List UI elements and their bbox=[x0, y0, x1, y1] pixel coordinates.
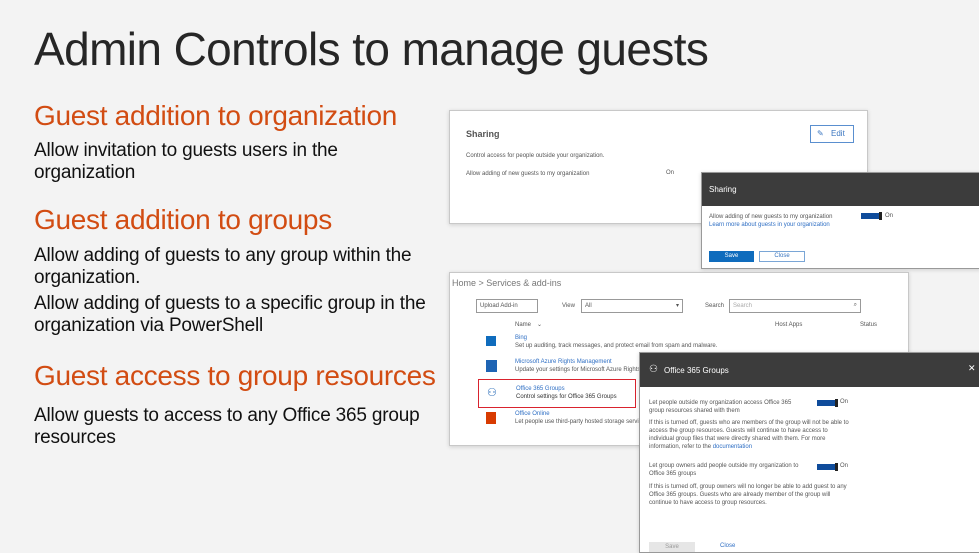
row-name: Office Online bbox=[515, 411, 550, 417]
chevron-down-icon: ▾ bbox=[675, 303, 679, 309]
sharing-dialog-toggle-label: Allow adding of new guests to my organiz… bbox=[709, 214, 833, 220]
guest-toggle-state: On bbox=[885, 213, 894, 219]
section-text-resources: Allow guests to access to any Office 365… bbox=[34, 405, 420, 448]
edit-pencil-icon: ✎ bbox=[817, 129, 824, 138]
sharing-description: Control access for people outside your o… bbox=[466, 153, 605, 159]
view-select-value: All bbox=[585, 303, 592, 309]
groups-dialog: ⚇ Office 365 Groups ✕ Let people outside… bbox=[639, 352, 979, 553]
search-icon: ⌕ bbox=[853, 302, 857, 308]
edit-button[interactable]: ✎ Edit bbox=[810, 125, 854, 143]
sharing-dialog: Sharing Allow adding of new guests to my… bbox=[701, 172, 979, 269]
groups-resource-toggle[interactable] bbox=[817, 399, 838, 407]
groups-toggle1-label: Let people outside my organization acces… bbox=[649, 400, 792, 414]
close-icon[interactable]: ✕ bbox=[968, 363, 976, 374]
section-heading-groups: Guest addition to groups bbox=[34, 204, 332, 235]
groups-header-icon: ⚇ bbox=[649, 364, 658, 375]
section-text-groups-any: Allow adding of guests to any group with… bbox=[34, 245, 412, 288]
row-desc: Set up auditing, track messages, and pro… bbox=[515, 343, 718, 349]
save-button[interactable]: Save bbox=[709, 251, 754, 262]
upload-addin-label: Upload Add-in bbox=[480, 303, 518, 309]
edit-button-label: Edit bbox=[831, 129, 845, 138]
table-row[interactable]: Bing Set up auditing, track messages, an… bbox=[480, 333, 900, 351]
sharing-panel-title: Sharing bbox=[466, 129, 500, 139]
groups-dialog-title: Office 365 Groups bbox=[664, 366, 729, 375]
groups-dialog-header: ⚇ Office 365 Groups ✕ bbox=[640, 353, 979, 387]
groups-toggle2-state: On bbox=[840, 463, 849, 469]
close-button[interactable]: Close bbox=[759, 251, 805, 262]
azure-rms-icon bbox=[486, 360, 497, 372]
search-placeholder: Search bbox=[733, 303, 753, 309]
row-desc: Let people use third-party hosted storag… bbox=[515, 419, 649, 425]
col-host: Host Apps bbox=[775, 322, 803, 328]
sort-chevron-icon: ⌄ bbox=[537, 322, 543, 328]
groups-close-button[interactable]: Close bbox=[720, 543, 735, 549]
search-label: Search bbox=[705, 303, 725, 309]
breadcrumb: Home > Services & add-ins bbox=[452, 278, 562, 288]
groups-note1: If this is turned off, guests who are me… bbox=[649, 419, 849, 451]
search-input[interactable]: Search ⌕ bbox=[729, 299, 861, 313]
view-label: View bbox=[562, 303, 575, 309]
section-text-groups-specific: Allow adding of guests to a specific gro… bbox=[34, 293, 426, 336]
section-heading-org: Guest addition to organization bbox=[34, 100, 398, 131]
section-text-org: Allow invitation to guests users in the … bbox=[34, 140, 338, 183]
groups-toggle1-state: On bbox=[840, 399, 849, 405]
col-name[interactable]: Name bbox=[515, 322, 531, 328]
table-row-selected[interactable]: ⚇ Office 365 Groups Control settings for… bbox=[478, 379, 636, 408]
guest-toggle[interactable] bbox=[861, 212, 882, 220]
sharing-row-value: On bbox=[666, 170, 675, 176]
sharing-row-label: Allow adding of new guests to my organiz… bbox=[466, 171, 590, 177]
upload-addin-button[interactable]: Upload Add-in bbox=[476, 299, 538, 313]
col-status: Status bbox=[860, 322, 878, 328]
row-name: Office 365 Groups bbox=[516, 386, 565, 392]
groups-note2: If this is turned off, group owners will… bbox=[649, 484, 847, 506]
row-desc: Control settings for Office 365 Groups bbox=[516, 394, 617, 400]
groups-icon: ⚇ bbox=[487, 387, 497, 399]
learn-more-link[interactable]: Learn more about guests in your organiza… bbox=[709, 222, 830, 228]
page-title: Admin Controls to manage guests bbox=[34, 23, 709, 75]
row-name: Microsoft Azure Rights Management bbox=[515, 359, 612, 365]
groups-owner-toggle[interactable] bbox=[817, 463, 838, 471]
exchange-icon bbox=[486, 336, 496, 346]
documentation-link[interactable]: documentation bbox=[713, 444, 752, 450]
section-heading-resources: Guest access to group resources bbox=[34, 360, 436, 391]
view-select[interactable]: All ▾ bbox=[581, 299, 683, 313]
sharing-dialog-header: Sharing bbox=[702, 173, 979, 206]
office-icon bbox=[486, 412, 496, 424]
row-name: Bing bbox=[515, 335, 528, 341]
sharing-dialog-title: Sharing bbox=[709, 185, 737, 194]
groups-toggle2-label: Let group owners add people outside my o… bbox=[649, 463, 799, 477]
